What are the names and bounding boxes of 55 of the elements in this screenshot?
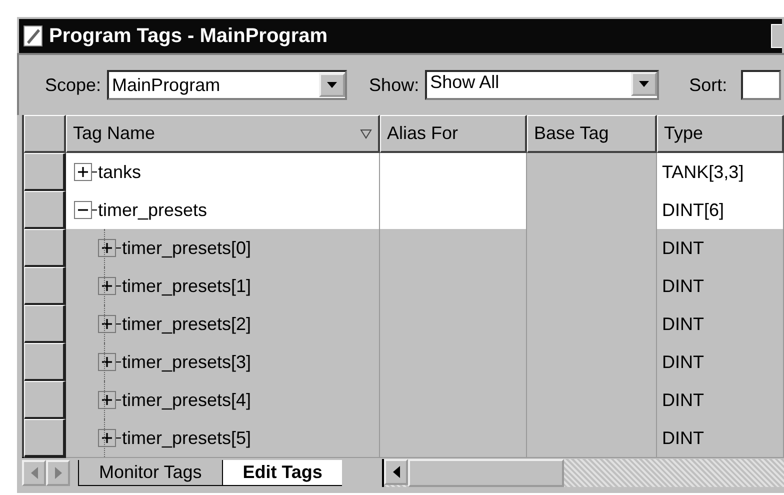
tag-name: timer_presets[3] [122, 352, 252, 372]
sort-label: Sort: [689, 74, 728, 96]
sort-icon[interactable] [360, 128, 372, 138]
table-cell: DINT [657, 343, 784, 382]
expand-icon[interactable] [98, 277, 122, 295]
tag-name: timer_presets[2] [122, 314, 252, 334]
row-header[interactable] [24, 305, 66, 344]
left-arrow-icon [392, 466, 400, 478]
tab[interactable]: Monitor Tags [78, 460, 222, 486]
row-header[interactable] [24, 419, 66, 458]
column-header[interactable]: Alias For [380, 115, 527, 153]
sort-dropdown[interactable] [741, 70, 782, 100]
row-header[interactable] [24, 153, 66, 192]
pencil-icon [23, 25, 43, 47]
show-dropdown[interactable]: Show All [425, 70, 660, 100]
window-title: Program Tags - MainProgram [49, 24, 328, 48]
scroll-right-button[interactable] [46, 460, 70, 486]
collapse-icon[interactable] [74, 201, 98, 219]
column-header[interactable]: Type [657, 115, 784, 153]
row-header [24, 115, 66, 153]
column-header[interactable]: Base Tag [527, 115, 657, 153]
tag-name: timer_presets[4] [122, 390, 252, 410]
expand-icon[interactable] [98, 239, 122, 257]
column-title: Tag Name [73, 123, 156, 144]
row-header[interactable] [24, 191, 66, 230]
row-header[interactable] [24, 229, 66, 268]
column-header[interactable]: Tag Name [66, 115, 380, 153]
tag-name: timer_presets[5] [122, 428, 252, 448]
scroll-left-button[interactable] [384, 459, 408, 485]
expand-icon[interactable] [98, 429, 122, 447]
tag-name: timer_presets [98, 200, 208, 220]
table-cell: DINT [657, 381, 784, 420]
tag-name: timer_presets[0] [122, 238, 252, 258]
tag-name: tanks [98, 162, 142, 182]
table-cell: DINT [657, 305, 784, 344]
expand-icon[interactable] [98, 315, 122, 333]
expand-icon[interactable] [74, 163, 98, 181]
left-arrow-icon [30, 467, 38, 479]
table-cell: DINT [657, 229, 784, 268]
tag-name: timer_presets[1] [122, 276, 252, 296]
expand-icon[interactable] [98, 391, 122, 409]
table-cell: DINT [657, 419, 784, 458]
expand-icon[interactable] [98, 353, 122, 371]
show-label: Show: [369, 74, 420, 96]
scope-label: Scope: [45, 74, 102, 96]
row-header[interactable] [24, 343, 66, 382]
table-cell: DINT [657, 267, 784, 306]
table-cell: TANK[3,3] [657, 153, 784, 192]
right-arrow-icon [54, 467, 62, 479]
scope-dropdown[interactable]: MainProgram [107, 70, 348, 100]
tab[interactable]: Edit Tags [222, 460, 342, 486]
row-header[interactable] [24, 381, 66, 420]
scrollbar-thumb[interactable] [408, 459, 564, 487]
table-cell: DINT[6] [657, 191, 784, 230]
row-header[interactable] [24, 267, 66, 306]
